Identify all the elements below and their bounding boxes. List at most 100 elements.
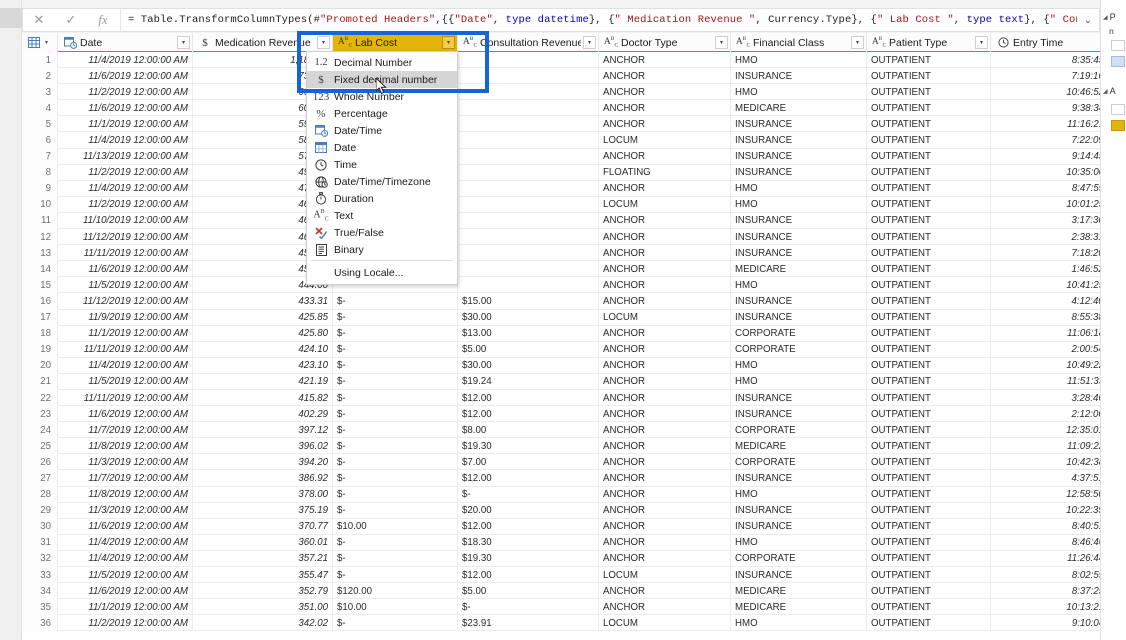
cell-doc[interactable]: ANCHOR xyxy=(599,100,731,117)
cell-cons[interactable] xyxy=(458,180,599,197)
column-filter-dropdown-icon[interactable]: ▾ xyxy=(715,36,728,49)
cell-pat[interactable]: OUTPATIENT xyxy=(867,84,991,101)
cell-cons[interactable]: $- xyxy=(458,486,599,503)
cell-date[interactable]: 11/4/2019 12:00:00 AM xyxy=(58,534,193,551)
cancel-icon[interactable]: ✕ xyxy=(23,9,55,31)
cell-entry[interactable]: 8:55:38 PM xyxy=(991,310,1100,326)
cell-doc[interactable]: ANCHOR xyxy=(599,277,731,294)
cell-entry[interactable]: 9:10:04 AM xyxy=(991,615,1100,631)
cell-lab[interactable]: $- xyxy=(333,438,458,455)
table-row[interactable]: 30 11/6/2019 12:00:00 AM 370.77 $10.00 $12.0… xyxy=(22,518,1100,535)
cell-pat[interactable]: OUTPATIENT xyxy=(867,567,991,584)
cell-medrev[interactable]: 386.92 xyxy=(193,470,333,487)
cell-entry[interactable]: 3:28:46 PM xyxy=(991,390,1100,406)
column-filter-dropdown-icon[interactable]: ▾ xyxy=(975,36,988,49)
cell-date[interactable]: 11/2/2019 12:00:00 AM xyxy=(58,164,193,181)
cell-n[interactable]: 15 xyxy=(22,277,58,294)
cell-pat[interactable]: OUTPATIENT xyxy=(867,341,991,358)
menu-item-using-locale[interactable]: Using Locale... xyxy=(307,264,457,281)
table-row[interactable]: 1411/6/2019 12:00:00 AM452.70ANCHORMEDIC… xyxy=(22,261,1100,278)
cell-date[interactable]: 11/8/2019 12:00:00 AM xyxy=(58,486,193,503)
currency-icon[interactable]: $ xyxy=(197,36,213,50)
cell-entry[interactable]: 10:49:22 AM xyxy=(991,358,1100,374)
cell-date[interactable]: 11/12/2019 12:00:00 AM xyxy=(58,229,193,246)
cell-n[interactable]: 11 xyxy=(22,212,58,230)
cell-cons[interactable]: $30.00 xyxy=(458,309,599,326)
cell-pat[interactable]: OUTPATIENT xyxy=(867,486,991,503)
cell-fin[interactable]: CORPORATE xyxy=(731,422,867,439)
cell-pat[interactable]: OUTPATIENT xyxy=(867,52,991,69)
formula-bar[interactable]: ✕ ✓ fx = Table.TransformColumnTypes(#"Pr… xyxy=(22,8,1100,32)
cell-entry[interactable]: 2:12:06 PM xyxy=(991,406,1100,422)
cell-doc[interactable]: ANCHOR xyxy=(599,261,731,278)
table-row[interactable]: 1111/10/2019 12:00:00 AM466.58ANCHORINSU… xyxy=(22,212,1100,230)
cell-n[interactable]: 19 xyxy=(22,341,58,358)
cell-doc[interactable]: ANCHOR xyxy=(599,599,731,616)
cell-fin[interactable]: HMO xyxy=(731,486,867,503)
cell-fin[interactable]: INSURANCE xyxy=(731,518,867,535)
cell-date[interactable]: 11/10/2019 12:00:00 AM xyxy=(58,212,193,230)
cell-doc[interactable]: ANCHOR xyxy=(599,406,731,423)
menu-item-percentage[interactable]: % Percentage xyxy=(307,105,457,122)
cell-date[interactable]: 11/4/2019 12:00:00 AM xyxy=(58,132,193,149)
cell-fin[interactable]: INSURANCE xyxy=(731,229,867,246)
datetime-icon[interactable] xyxy=(62,36,78,50)
cell-entry[interactable]: 7:19:16 PM xyxy=(991,68,1100,84)
text-icon[interactable]: ABC xyxy=(462,36,478,50)
cell-date[interactable]: 11/6/2019 12:00:00 AM xyxy=(58,261,193,278)
chevron-down-icon[interactable]: ⌄ xyxy=(1077,9,1099,31)
cell-date[interactable]: 11/2/2019 12:00:00 AM xyxy=(58,84,193,101)
cell-doc[interactable]: ANCHOR xyxy=(599,212,731,230)
cell-doc[interactable]: ANCHOR xyxy=(599,454,731,471)
cell-cons[interactable] xyxy=(458,132,599,149)
cell-entry[interactable]: 1:46:52 PM xyxy=(991,261,1100,277)
cell-pat[interactable]: OUTPATIENT xyxy=(867,389,991,407)
cell-n[interactable]: 35 xyxy=(22,599,58,616)
cell-cons[interactable]: $12.00 xyxy=(458,518,599,535)
table-row[interactable]: 811/2/2019 12:00:00 AM493.85FLOATINGINSU… xyxy=(22,164,1100,181)
cell-fin[interactable]: MEDICARE xyxy=(731,261,867,278)
cell-entry[interactable]: 11:09:22 AM xyxy=(991,438,1100,454)
cell-pat[interactable]: OUTPATIENT xyxy=(867,261,991,278)
cell-cons[interactable]: $- xyxy=(458,599,599,616)
cell-n[interactable]: 31 xyxy=(22,534,58,551)
table-row[interactable]: 1311/11/2019 12:00:00 AM459.00ANCHORINSU… xyxy=(22,245,1100,262)
cell-n[interactable]: 16 xyxy=(22,293,58,310)
cell-doc[interactable]: ANCHOR xyxy=(599,470,731,487)
column-filter-dropdown-icon[interactable]: ▾ xyxy=(317,36,330,49)
menu-item-decimal-number[interactable]: 1.2 Decimal Number xyxy=(307,54,457,71)
cell-fin[interactable]: MEDICARE xyxy=(731,599,867,616)
cell-medrev[interactable]: 421.19 xyxy=(193,373,333,390)
cell-lab[interactable]: $120.00 xyxy=(333,583,458,600)
cell-date[interactable]: 11/11/2019 12:00:00 AM xyxy=(58,245,193,262)
table-row[interactable]: 24 11/7/2019 12:00:00 AM 397.12 $- $8.00 ANCH… xyxy=(22,422,1100,439)
column-filter-dropdown-icon[interactable]: ▾ xyxy=(177,36,190,49)
column-header-cons[interactable]: ABC Consultation Revenue ▾ xyxy=(458,33,599,52)
cell-date[interactable]: 11/7/2019 12:00:00 AM xyxy=(58,470,193,487)
cell-cons[interactable]: $19.30 xyxy=(458,438,599,455)
cell-entry[interactable]: 3:17:36 PM xyxy=(991,213,1100,229)
cell-n[interactable]: 6 xyxy=(22,132,58,149)
cell-cons[interactable]: $8.00 xyxy=(458,422,599,439)
cell-fin[interactable]: INSURANCE xyxy=(731,68,867,85)
cell-fin[interactable]: HMO xyxy=(731,84,867,101)
cell-date[interactable]: 11/5/2019 12:00:00 AM xyxy=(58,277,193,294)
cell-doc[interactable]: ANCHOR xyxy=(599,357,731,374)
cell-doc[interactable]: LOCUM xyxy=(599,615,731,632)
cell-entry[interactable]: 9:14:45 AM xyxy=(991,149,1100,165)
menu-item-binary[interactable]: Binary xyxy=(307,241,457,258)
text-icon[interactable]: ABC xyxy=(735,36,751,50)
cell-fin[interactable]: HMO xyxy=(731,373,867,390)
cell-cons[interactable]: $5.00 xyxy=(458,341,599,358)
cell-medrev[interactable]: 402.29 xyxy=(193,406,333,423)
cell-doc[interactable]: ANCHOR xyxy=(599,438,731,455)
cell-entry[interactable]: 8:47:59 AM xyxy=(991,181,1100,197)
cell-medrev[interactable]: 357.21 xyxy=(193,550,333,567)
cell-entry[interactable]: 8:37:25 AM xyxy=(991,583,1100,599)
table-icon[interactable] xyxy=(26,36,42,50)
cell-medrev[interactable]: 396.02 xyxy=(193,438,333,455)
table-row[interactable]: 311/2/2019 12:00:00 AM66?.??ANCHORHMOOUT… xyxy=(22,84,1100,101)
cell-pat[interactable]: OUTPATIENT xyxy=(867,534,991,551)
cell-fin[interactable]: HMO xyxy=(731,615,867,632)
cell-medrev[interactable]: 424.10 xyxy=(193,341,333,358)
